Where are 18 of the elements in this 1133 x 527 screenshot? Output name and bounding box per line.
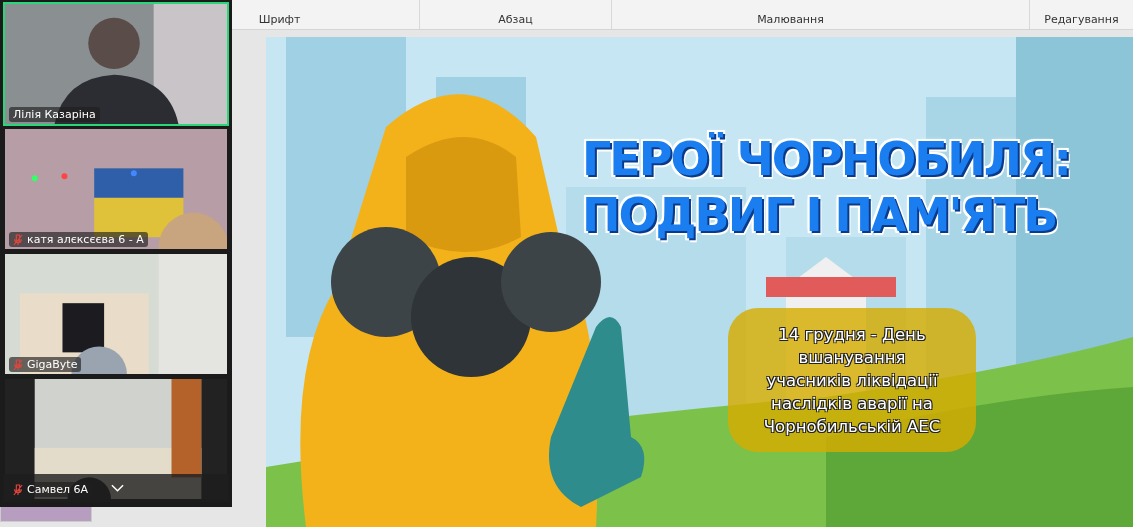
ribbon-group-label: Шрифт (258, 13, 301, 26)
video-tile[interactable]: GigaByte (3, 252, 229, 376)
slide-title: ГЕРОЇ ЧОРНОБИЛЯ: (582, 131, 1070, 187)
video-tile[interactable]: Лілія Казаріна (3, 2, 229, 126)
slide-title: ПОДВИГ І ПАМ'ЯТЬ (582, 187, 1058, 243)
video-tile[interactable]: катя алєксєєва 6 - А (3, 127, 229, 251)
caption-text: наслідків аварії на (771, 392, 933, 415)
participant-name: Лілія Казаріна (13, 108, 96, 121)
caption-text: учасників ліквідації (766, 369, 938, 392)
participant-name: Самвел 6А (27, 483, 89, 496)
ribbon-group-label: Абзац (498, 13, 533, 26)
ribbon-group-label: Редагування (1044, 13, 1119, 26)
participant-name: GigaByte (27, 358, 78, 371)
caption-text: вшанування (798, 346, 906, 369)
ribbon-group-label: Малювання (757, 13, 824, 26)
caption-text: 14 грудня - День (778, 323, 926, 346)
participant-name: катя алєксєєва 6 - А (27, 233, 144, 246)
caption-text: Чорнобильській АЕС (763, 415, 941, 438)
